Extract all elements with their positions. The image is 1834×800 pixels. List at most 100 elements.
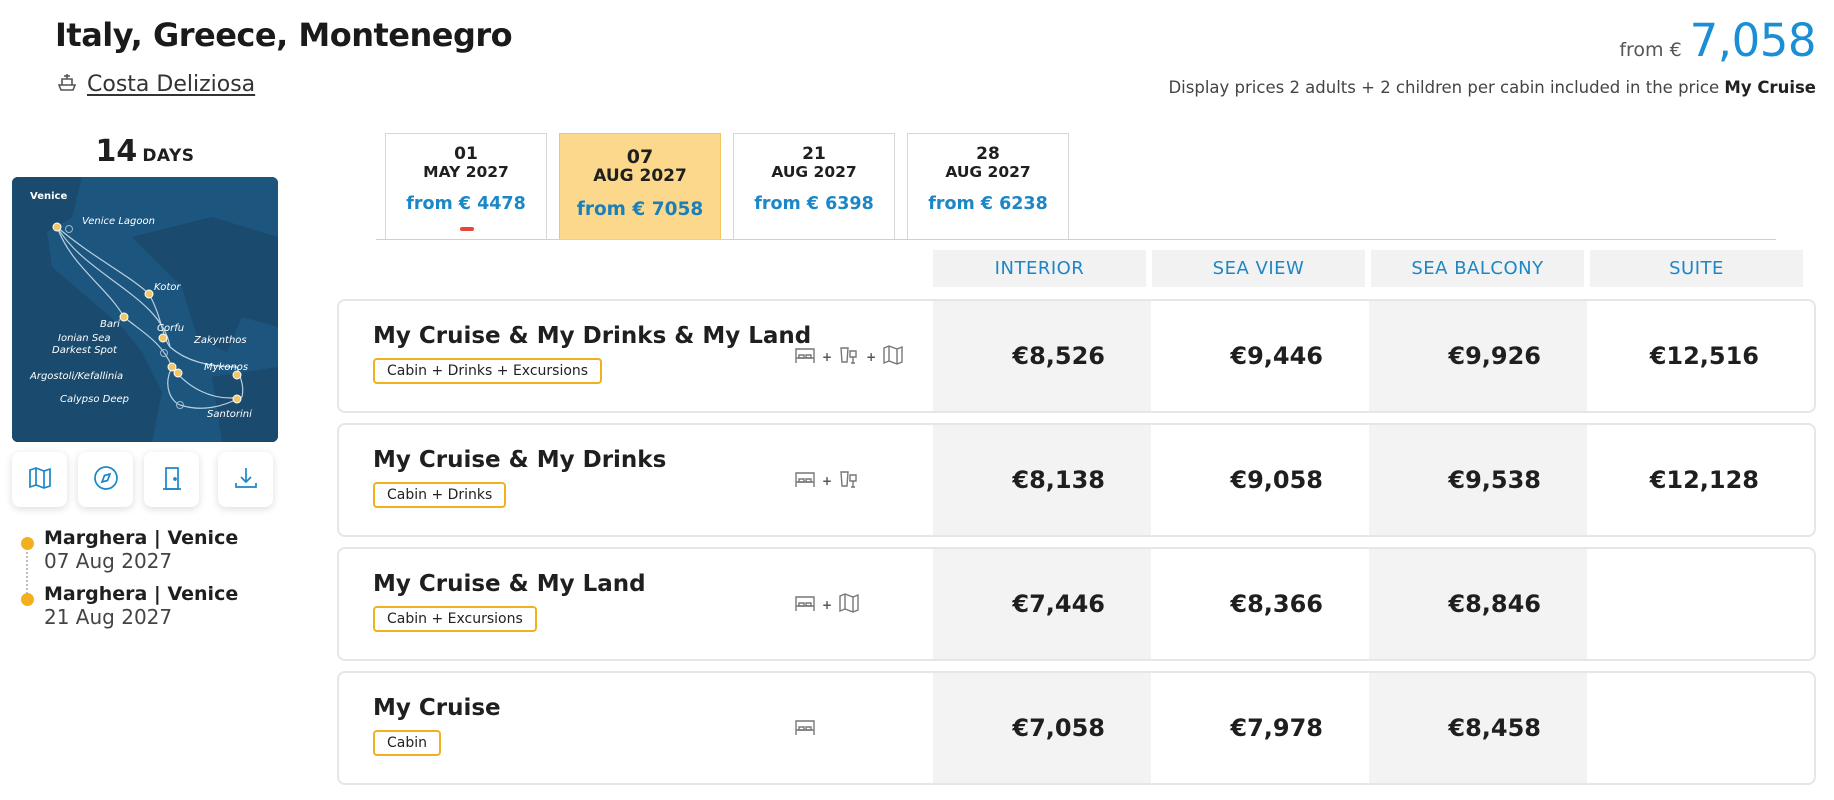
svg-text:Venice: Venice [30,191,67,202]
drinks-icon [837,467,861,495]
price-interior[interactable]: €7,058 [933,673,1151,783]
svg-text:Calypso Deep: Calypso Deep [60,394,129,405]
tab-price: from € 6238 [928,194,1048,214]
stop-date: 21 Aug 2027 [44,605,173,629]
column-header-suite: SUITE [1590,250,1803,287]
plus-sign: + [822,350,833,364]
svg-text:Ionian Sea: Ionian Sea [58,333,110,344]
plus-sign: + [822,598,833,612]
cabin-type-headers: INTERIOR SEA VIEW SEA BALCONY SUITE [933,250,1803,287]
package-icons: + [793,591,861,619]
price-sea-balcony[interactable]: €8,846 [1369,549,1587,659]
price-sea-balcony[interactable]: €9,926 [1369,301,1587,411]
package-name: My Cruise & My Drinks & My Land [373,323,812,349]
column-header-interior: INTERIOR [933,250,1146,287]
price-prefix: from € [1619,39,1682,61]
tab-month: AUG 2027 [771,163,857,181]
tab-price: from € 7058 [576,199,704,220]
price-sea-balcony[interactable]: €9,538 [1369,425,1587,535]
price-interior[interactable]: €7,446 [933,549,1151,659]
itinerary-stop: Marghera | Venice 21 Aug 2027 [20,583,280,629]
package-row[interactable]: My Cruise Cabin €7,058 €7,978 €8,458 [337,671,1816,785]
tab-day: 28 [976,144,1000,164]
price-sea-view[interactable]: €9,058 [1151,425,1369,535]
itinerary-stop: Marghera | Venice 07 Aug 2027 [20,527,280,573]
price-value: 7,058 [1689,14,1817,67]
price-interior[interactable]: €8,138 [933,425,1151,535]
price-sea-balcony[interactable]: €8,458 [1369,673,1587,783]
price-interior[interactable]: €8,526 [933,301,1151,411]
duration-label: DAYS [142,146,195,166]
column-header-sea-balcony: SEA BALCONY [1371,250,1584,287]
column-header-sea-view: SEA VIEW [1152,250,1365,287]
compass-button[interactable] [78,452,133,507]
svg-text:Zakynthos: Zakynthos [193,335,247,346]
svg-text:Santorini: Santorini [207,409,252,420]
plus-sign: + [822,474,833,488]
package-row[interactable]: My Cruise & My Drinks & My Land Cabin + … [337,299,1816,413]
date-tab[interactable]: 28 AUG 2027 from € 6238 [907,133,1069,240]
price-sea-view[interactable]: €9,446 [1151,301,1369,411]
svg-text:Darkest Spot: Darkest Spot [52,345,118,356]
tab-month: AUG 2027 [593,166,687,186]
drinks-icon [837,343,861,371]
tab-day: 07 [626,146,654,168]
package-row[interactable]: My Cruise & My Drinks Cabin + Drinks + €… [337,423,1816,537]
price-suite [1587,549,1805,659]
stop-port: Marghera | Venice [44,583,239,605]
price-suite[interactable]: €12,516 [1587,301,1805,411]
stop-port: Marghera | Venice [44,527,239,549]
compass-icon [92,464,120,496]
tab-month: AUG 2027 [945,163,1031,181]
bed-icon [793,343,817,371]
price-suite [1587,673,1805,783]
door-icon [158,464,186,496]
package-name: My Cruise [373,695,501,721]
tab-day: 21 [802,144,826,164]
tab-price: from € 6398 [754,194,874,214]
package-badge: Cabin + Drinks [373,482,507,508]
package-list: My Cruise & My Drinks & My Land Cabin + … [337,299,1816,795]
cabin-door-button[interactable] [144,452,199,507]
date-tab[interactable]: 01 MAY 2027 from € 4478 [385,133,547,240]
route-map-drawing: Venice Venice Lagoon Kotor Bari Corfu Za… [12,177,278,442]
package-badge: Cabin + Drinks + Excursions [373,358,603,384]
package-name: My Cruise & My Land [373,571,646,597]
ship-link[interactable]: Costa Deliziosa [55,70,255,98]
svg-text:Kotor: Kotor [154,282,181,293]
map-view-button[interactable] [12,452,67,507]
ship-name[interactable]: Costa Deliziosa [87,72,255,97]
bed-icon [793,591,817,619]
map-excursion-icon [837,591,861,619]
download-icon [232,464,260,496]
date-tab-selected[interactable]: 07 AUG 2027 from € 7058 [559,133,721,240]
plus-sign: + [866,350,877,364]
route-map[interactable]: Venice Venice Lagoon Kotor Bari Corfu Za… [12,177,278,442]
price-suite[interactable]: €12,128 [1587,425,1805,535]
package-badge: Cabin [373,730,442,756]
download-button[interactable] [218,452,273,507]
headline-price: from € 7,058 [1619,14,1816,67]
price-sea-view[interactable]: €7,978 [1151,673,1369,783]
svg-text:Venice Lagoon: Venice Lagoon [82,216,155,227]
map-icon [26,464,54,496]
tab-price: from € 4478 [406,194,526,214]
promo-marker [460,227,474,231]
date-tab[interactable]: 21 AUG 2027 from € 6398 [733,133,895,240]
ship-icon [55,70,79,98]
duration: 14 DAYS [12,134,278,169]
price-note-bold: My Cruise [1724,78,1816,97]
stop-dot [20,537,34,550]
svg-text:Mykonos: Mykonos [204,362,248,373]
itinerary: Marghera | Venice 07 Aug 2027 Marghera |… [20,527,280,639]
map-tools [12,452,273,507]
package-icons: + [793,467,861,495]
tab-month: MAY 2027 [423,163,509,181]
svg-text:Bari: Bari [100,319,120,330]
package-row[interactable]: My Cruise & My Land Cabin + Excursions +… [337,547,1816,661]
package-badge: Cabin + Excursions [373,606,537,632]
stop-date: 07 Aug 2027 [44,549,173,573]
stop-dot [20,593,34,606]
duration-number: 14 [95,134,138,169]
price-sea-view[interactable]: €8,366 [1151,549,1369,659]
